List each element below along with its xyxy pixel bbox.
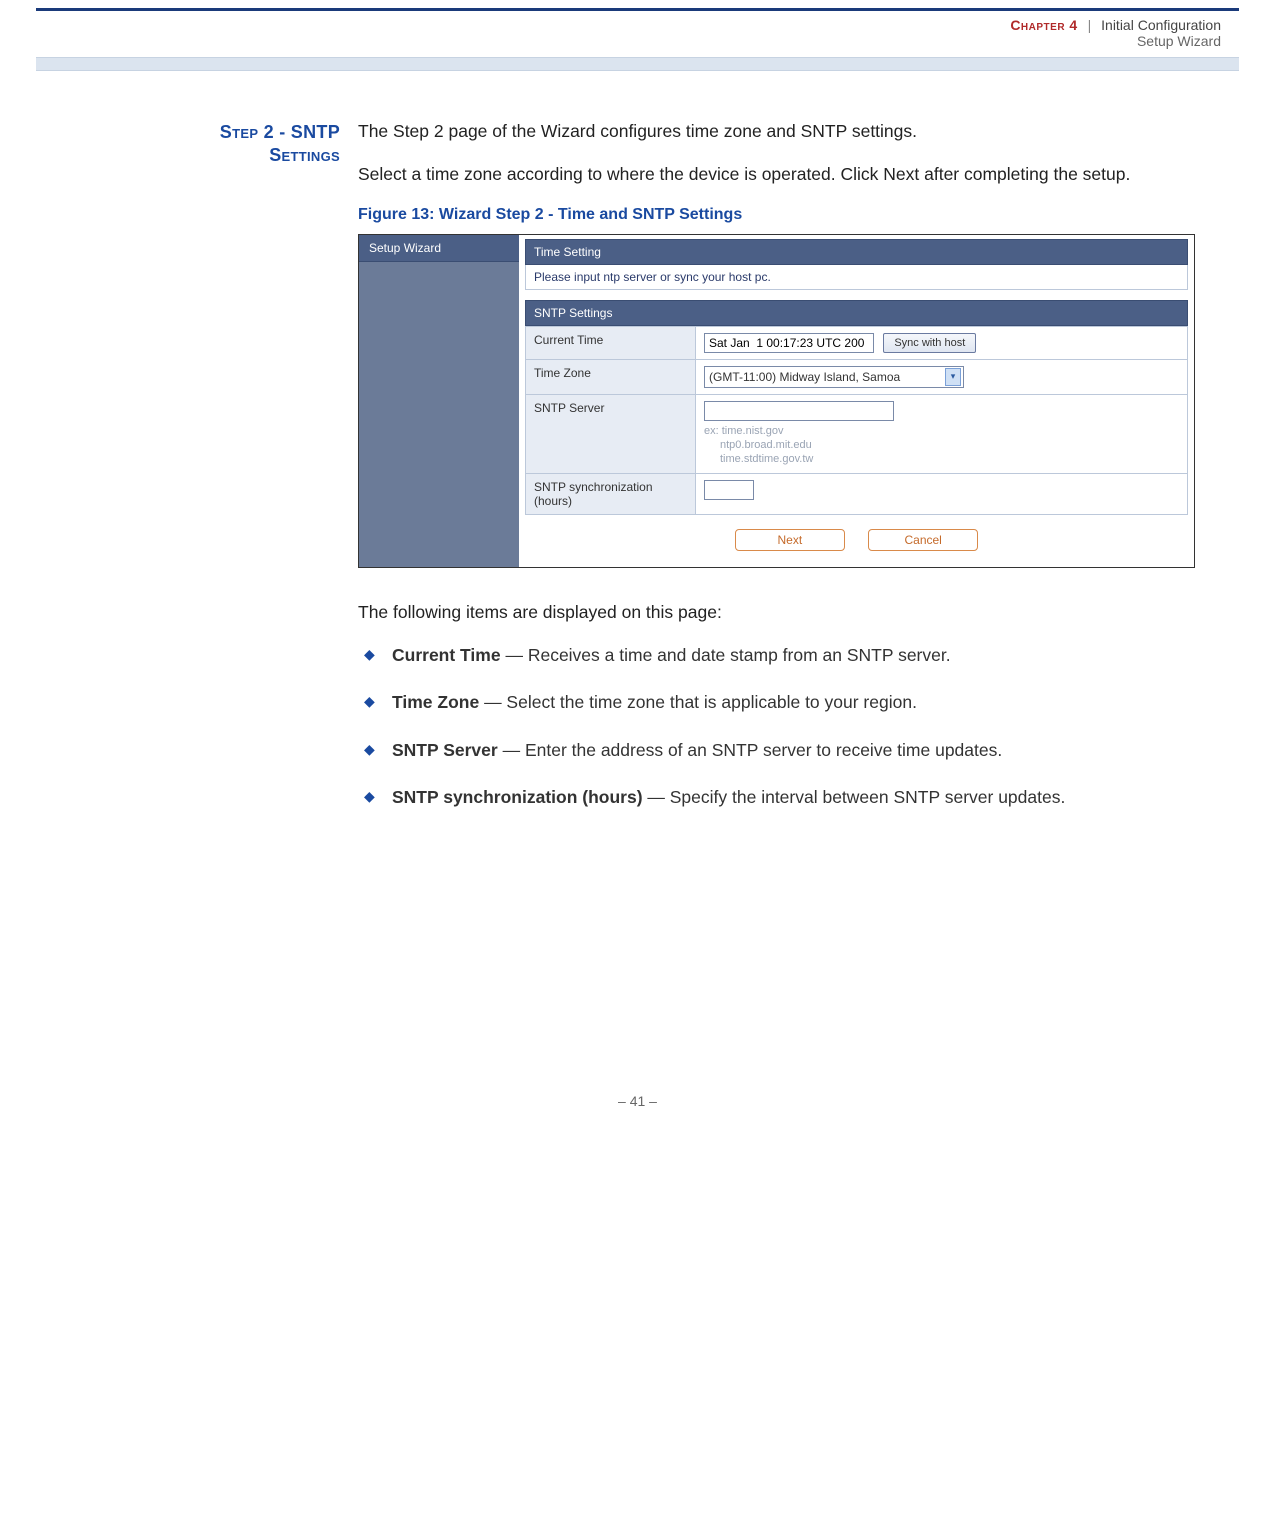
sntp-settings-title: SNTP Settings — [525, 300, 1188, 326]
table-row: SNTP Server ex: time.nist.gov ntp0.broad… — [526, 394, 1188, 473]
sntp-server-label: SNTP Server — [526, 394, 696, 473]
bullet-desc: — Specify the interval between SNTP serv… — [643, 787, 1066, 807]
sntp-sync-cell — [696, 473, 1188, 514]
sntp-settings-table: Current Time Sync with host Time Zone (G… — [525, 326, 1188, 515]
wizard-sidebar: Setup Wizard — [359, 235, 519, 567]
current-time-label: Current Time — [526, 326, 696, 359]
chapter-title: Initial Configuration — [1101, 17, 1221, 33]
intro-paragraph-2: Select a time zone according to where th… — [358, 162, 1195, 187]
header-divider — [36, 57, 1239, 71]
list-item: Current Time — Receives a time and date … — [358, 643, 1195, 668]
top-rule — [36, 8, 1239, 11]
wizard-sidebar-title: Setup Wizard — [359, 235, 519, 262]
time-setting-note: Please input ntp server or sync your hos… — [525, 265, 1188, 290]
wizard-button-row: Next Cancel — [525, 515, 1188, 555]
time-zone-select[interactable]: (GMT-11:00) Midway Island, Samoa ▾ — [704, 366, 964, 388]
hint-line-2: ntp0.broad.mit.edu — [704, 438, 1179, 452]
hint-prefix: ex: — [704, 425, 719, 437]
figure-caption: Figure 13: Wizard Step 2 - Time and SNTP… — [358, 206, 1195, 224]
bullet-desc: — Select the time zone that is applicabl… — [479, 692, 917, 712]
header-line-1: Chapter 4 | Initial Configuration — [36, 17, 1221, 33]
intro-paragraph-1: The Step 2 page of the Wizard configures… — [358, 119, 1195, 144]
list-item: Time Zone — Select the time zone that is… — [358, 690, 1195, 715]
time-zone-cell: (GMT-11:00) Midway Island, Samoa ▾ — [696, 359, 1188, 394]
page-number: – 41 – — [0, 833, 1275, 1139]
time-setting-title: Time Setting — [525, 239, 1188, 265]
bullet-list: Current Time — Receives a time and date … — [358, 643, 1195, 811]
sntp-sync-label: SNTP synchronization (hours) — [526, 473, 696, 514]
list-item: SNTP synchronization (hours) — Specify t… — [358, 785, 1195, 810]
cancel-button[interactable]: Cancel — [868, 529, 978, 551]
bullet-desc: — Enter the address of an SNTP server to… — [498, 740, 1003, 760]
chevron-down-icon: ▾ — [945, 368, 961, 386]
time-zone-value: (GMT-11:00) Midway Island, Samoa — [709, 370, 900, 384]
sntp-server-cell: ex: time.nist.gov ntp0.broad.mit.edu tim… — [696, 394, 1188, 473]
items-intro: The following items are displayed on thi… — [358, 600, 1195, 625]
time-zone-label: Time Zone — [526, 359, 696, 394]
hint-line-3: time.stdtime.gov.tw — [704, 452, 1179, 466]
sntp-sync-input[interactable] — [704, 480, 754, 500]
header-subheading: Setup Wizard — [36, 33, 1221, 49]
bullet-term: SNTP Server — [392, 740, 498, 760]
chapter-label: Chapter 4 — [1010, 17, 1077, 33]
current-time-input[interactable] — [704, 333, 874, 353]
table-row: Time Zone (GMT-11:00) Midway Island, Sam… — [526, 359, 1188, 394]
bullet-term: Current Time — [392, 645, 501, 665]
wizard-main: Time Setting Please input ntp server or … — [519, 235, 1194, 567]
section-heading: Step 2 - SNTP Settings — [60, 121, 340, 166]
sntp-server-input[interactable] — [704, 401, 894, 421]
bullet-desc: — Receives a time and date stamp from an… — [501, 645, 951, 665]
margin-column: Step 2 - SNTP Settings — [60, 119, 340, 833]
table-row: Current Time Sync with host — [526, 326, 1188, 359]
bullet-term: SNTP synchronization (hours) — [392, 787, 643, 807]
table-row: SNTP synchronization (hours) — [526, 473, 1188, 514]
section-heading-line2: Settings — [60, 144, 340, 167]
wizard-screenshot: Setup Wizard Time Setting Please input n… — [358, 234, 1195, 568]
list-item: SNTP Server — Enter the address of an SN… — [358, 738, 1195, 763]
section-heading-line1: Step 2 - SNTP — [60, 121, 340, 144]
current-time-cell: Sync with host — [696, 326, 1188, 359]
hint-line-1: time.nist.gov — [722, 425, 784, 437]
next-button[interactable]: Next — [735, 529, 845, 551]
header-separator: | — [1088, 17, 1092, 33]
content-column: The Step 2 page of the Wizard configures… — [358, 119, 1195, 833]
bullet-term: Time Zone — [392, 692, 479, 712]
sntp-server-hint: ex: time.nist.gov ntp0.broad.mit.edu tim… — [704, 424, 1179, 467]
page-header: Chapter 4 | Initial Configuration Setup … — [36, 13, 1239, 55]
sync-with-host-button[interactable]: Sync with host — [883, 333, 976, 353]
